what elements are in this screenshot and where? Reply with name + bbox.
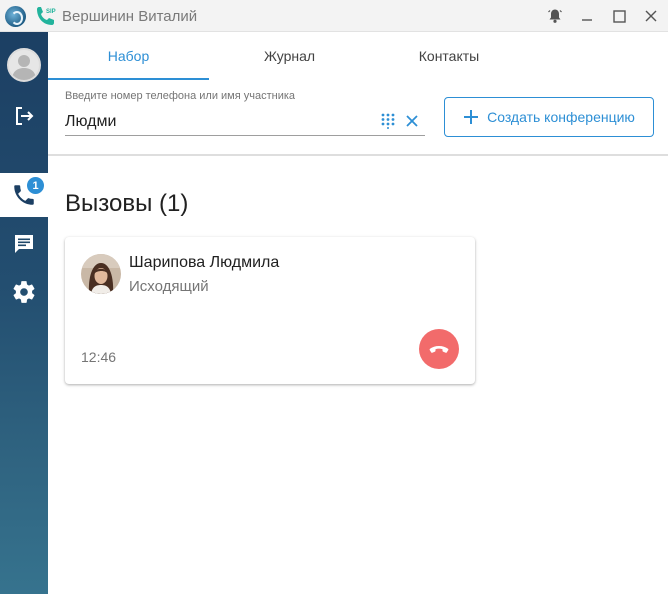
call-direction: Исходящий [129, 278, 209, 295]
calls-title: Вызовы (1) [65, 190, 189, 217]
call-time: 12:46 [81, 349, 117, 365]
close-icon[interactable] [640, 5, 662, 27]
tab-bar: Набор Журнал Контакты [48, 32, 668, 80]
dialpad-icon[interactable] [380, 113, 396, 129]
chat-icon[interactable] [0, 222, 48, 266]
search-label: Введите номер телефона или имя участника [65, 90, 296, 102]
user-avatar[interactable] [7, 48, 41, 82]
hangup-button[interactable] [419, 329, 459, 369]
settings-icon[interactable] [0, 270, 48, 314]
create-conference-button[interactable]: Создать конференцию [444, 97, 654, 137]
tab-dial[interactable]: Набор [48, 32, 209, 80]
app-logo-icon [5, 6, 26, 27]
minimize-icon[interactable] [576, 5, 598, 27]
tab-journal[interactable]: Журнал [209, 32, 370, 80]
contact-avatar [81, 254, 121, 294]
logout-icon[interactable] [0, 94, 48, 138]
sidebar: 1 [0, 32, 48, 594]
tab-contacts[interactable]: Контакты [370, 32, 528, 80]
sidebar-item-calls[interactable]: 1 [0, 173, 48, 217]
search-input[interactable] [65, 108, 425, 136]
maximize-icon[interactable] [608, 5, 630, 27]
sip-phone-icon: SIP [37, 7, 56, 25]
hangup-icon [429, 346, 449, 353]
plus-icon [464, 110, 479, 124]
contact-name: Шарипова Людмила [129, 254, 280, 271]
search-area: Введите номер телефона или имя участника… [48, 80, 668, 156]
call-card: Шарипова Людмила Исходящий 12:46 [65, 237, 475, 384]
window-title: Вершинин Виталий [62, 8, 198, 25]
clear-icon[interactable] [404, 113, 420, 129]
svg-text:SIP: SIP [46, 9, 56, 15]
create-conference-label: Создать конференцию [487, 109, 635, 125]
title-bar: SIP Вершинин Виталий [0, 0, 668, 32]
bell-icon[interactable] [544, 5, 566, 27]
calls-badge: 1 [25, 175, 46, 196]
